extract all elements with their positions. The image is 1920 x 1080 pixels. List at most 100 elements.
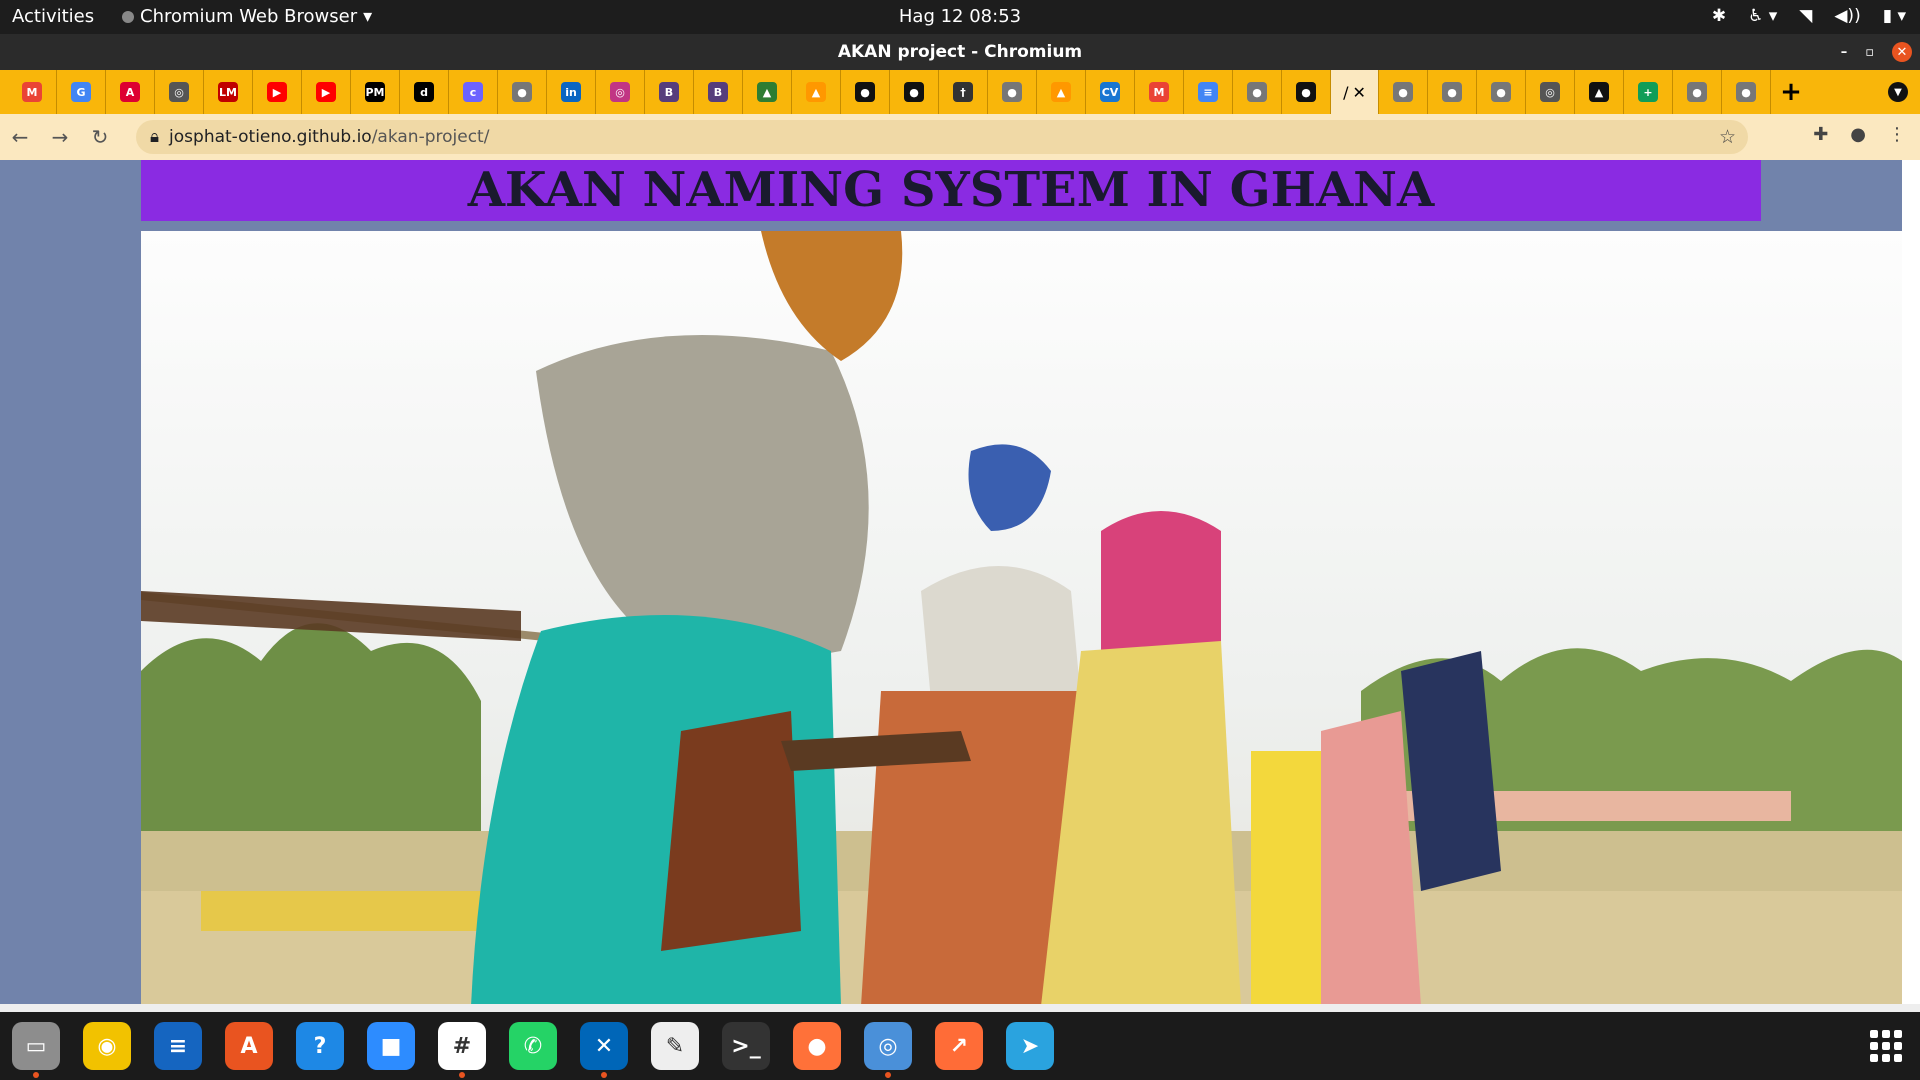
chromium-icon <box>122 10 134 23</box>
bookmark-tab[interactable]: ● <box>1428 70 1477 114</box>
wifi-icon[interactable]: ◥ <box>1799 6 1812 26</box>
writer-icon[interactable]: ≡ <box>154 1022 202 1070</box>
bookmark-tab[interactable]: ▲ <box>743 70 792 114</box>
tab-favicon: / <box>1343 82 1349 102</box>
postman-icon[interactable]: ↗ <box>935 1022 983 1070</box>
d-icon: d <box>414 82 434 102</box>
restore-icon[interactable]: ▫ <box>1865 45 1874 60</box>
bookmark-tab[interactable]: ▲ <box>1037 70 1086 114</box>
chrome-icon: ◎ <box>169 82 189 102</box>
bookmark-tab[interactable]: ● <box>498 70 547 114</box>
scrollbar-track[interactable] <box>1902 160 1920 1012</box>
chromium-icon[interactable]: ◎ <box>864 1022 912 1078</box>
running-indicator <box>601 1072 607 1078</box>
youtube-icon: ▶ <box>267 82 287 102</box>
github-icon: ● <box>1296 82 1316 102</box>
lock-icon[interactable]: 🔒︎ <box>150 127 159 147</box>
terminal-icon[interactable]: >_ <box>722 1022 770 1070</box>
dock-glyph: ● <box>807 1033 827 1059</box>
tab-active[interactable]: / ✕ <box>1331 70 1379 114</box>
bookmark-tab[interactable]: ● <box>1282 70 1331 114</box>
page-title: AKAN NAMING SYSTEM IN GHANA <box>467 162 1435 218</box>
bookmark-tab[interactable]: ≡ <box>1184 70 1233 114</box>
system-tray[interactable]: ✱ ♿ ▾ ◥ ◀)) ▮ ▾ <box>1712 6 1906 26</box>
bookmark-tab[interactable]: † <box>939 70 988 114</box>
close-window-button[interactable]: ✕ <box>1892 42 1912 62</box>
bookmark-tab[interactable]: PM <box>351 70 400 114</box>
reload-icon[interactable]: ↻ <box>80 125 120 149</box>
sheets-icon: + <box>1638 82 1658 102</box>
menu-icon[interactable]: ⋮ <box>1888 124 1906 145</box>
firefox-icon[interactable]: ● <box>793 1022 841 1070</box>
whatsapp-icon[interactable]: ✆ <box>509 1022 557 1070</box>
bookmark-tab[interactable]: c <box>449 70 498 114</box>
angular-icon: A <box>120 82 140 102</box>
tab-search-icon[interactable]: ▼ <box>1888 82 1908 102</box>
profile-icon[interactable]: ● <box>1850 124 1866 145</box>
volume-icon[interactable]: ◀)) <box>1834 6 1860 26</box>
accessibility-icon[interactable]: ♿ ▾ <box>1748 6 1777 26</box>
youtube-icon: ▶ <box>316 82 336 102</box>
bookmark-tab[interactable]: ● <box>1722 70 1771 114</box>
bookmark-tab[interactable]: ● <box>1673 70 1722 114</box>
bookmark-tab[interactable]: ▶ <box>302 70 351 114</box>
globe-icon: ● <box>1247 82 1267 102</box>
text-editor-icon[interactable]: ✎ <box>651 1022 699 1070</box>
bookmark-tab[interactable]: B <box>645 70 694 114</box>
bookmark-tab[interactable]: ● <box>1233 70 1282 114</box>
telegram-icon[interactable]: ➤ <box>1006 1022 1054 1070</box>
battery-icon[interactable]: ▮ ▾ <box>1883 6 1906 26</box>
bookmark-star-icon[interactable]: ☆ <box>1719 126 1736 148</box>
forward-icon[interactable]: → <box>40 125 80 149</box>
horizontal-scrollbar[interactable] <box>0 1004 1920 1012</box>
dock-glyph: ≡ <box>168 1033 188 1059</box>
bookmark-tab[interactable]: ◎ <box>1526 70 1575 114</box>
instagram-icon: ◎ <box>610 82 630 102</box>
slack-tray-icon[interactable]: ✱ <box>1712 6 1726 26</box>
bookmark-tab[interactable]: LM <box>204 70 253 114</box>
globe-icon: ● <box>1491 82 1511 102</box>
activities-button[interactable]: Activities <box>12 6 94 27</box>
dock-glyph: ↗ <box>949 1033 969 1059</box>
close-tab-icon[interactable]: ✕ <box>1352 83 1365 102</box>
window-title: AKAN project - Chromium <box>837 42 1083 62</box>
help-icon[interactable]: ? <box>296 1022 344 1070</box>
bookmark-tab[interactable]: G <box>57 70 106 114</box>
back-icon[interactable]: ← <box>0 125 40 149</box>
show-apps-icon[interactable] <box>1870 1030 1902 1062</box>
files-icon[interactable]: ▭ <box>12 1022 60 1078</box>
bookmark-tab[interactable]: ● <box>890 70 939 114</box>
globe-icon: ● <box>1736 82 1756 102</box>
bookmark-tab[interactable]: ● <box>988 70 1037 114</box>
running-indicator <box>459 1072 465 1078</box>
bookmark-tab[interactable]: ● <box>841 70 890 114</box>
lm-icon: LM <box>218 82 238 102</box>
zoom-icon[interactable]: ■ <box>367 1022 415 1070</box>
rhythmbox-icon[interactable]: ◉ <box>83 1022 131 1070</box>
vscode-icon[interactable]: ✕ <box>580 1022 628 1078</box>
software-center-icon[interactable]: A <box>225 1022 273 1070</box>
extensions-icon[interactable]: ✚ <box>1813 124 1828 145</box>
bookmark-tab[interactable]: M <box>1135 70 1184 114</box>
bookmark-tab[interactable]: d <box>400 70 449 114</box>
slack-icon[interactable]: # <box>438 1022 486 1078</box>
bookmark-tab[interactable]: M <box>8 70 57 114</box>
new-tab-button[interactable]: + <box>1771 70 1811 114</box>
bookmark-tab[interactable]: ▶ <box>253 70 302 114</box>
bookmark-tab[interactable]: A <box>106 70 155 114</box>
bookmark-tab[interactable]: ◎ <box>596 70 645 114</box>
bookmark-tab[interactable]: ▲ <box>1575 70 1624 114</box>
bookmark-tab[interactable]: ▲ <box>792 70 841 114</box>
bookmark-tab[interactable]: ● <box>1379 70 1428 114</box>
bookmark-tab[interactable]: CV <box>1086 70 1135 114</box>
url-input[interactable]: 🔒︎ josphat-otieno.github.io/akan-project… <box>136 120 1748 154</box>
dock-glyph: ◉ <box>97 1033 117 1059</box>
minimize-icon[interactable]: – <box>1841 45 1848 60</box>
bookmark-tab[interactable]: B <box>694 70 743 114</box>
bookmark-tab[interactable]: in <box>547 70 596 114</box>
globe-icon: ● <box>1442 82 1462 102</box>
bookmark-tab[interactable]: ◎ <box>155 70 204 114</box>
bookmark-tab[interactable]: ● <box>1477 70 1526 114</box>
bookmark-tab[interactable]: + <box>1624 70 1673 114</box>
app-menu[interactable]: Chromium Web Browser ▾ <box>122 6 372 27</box>
